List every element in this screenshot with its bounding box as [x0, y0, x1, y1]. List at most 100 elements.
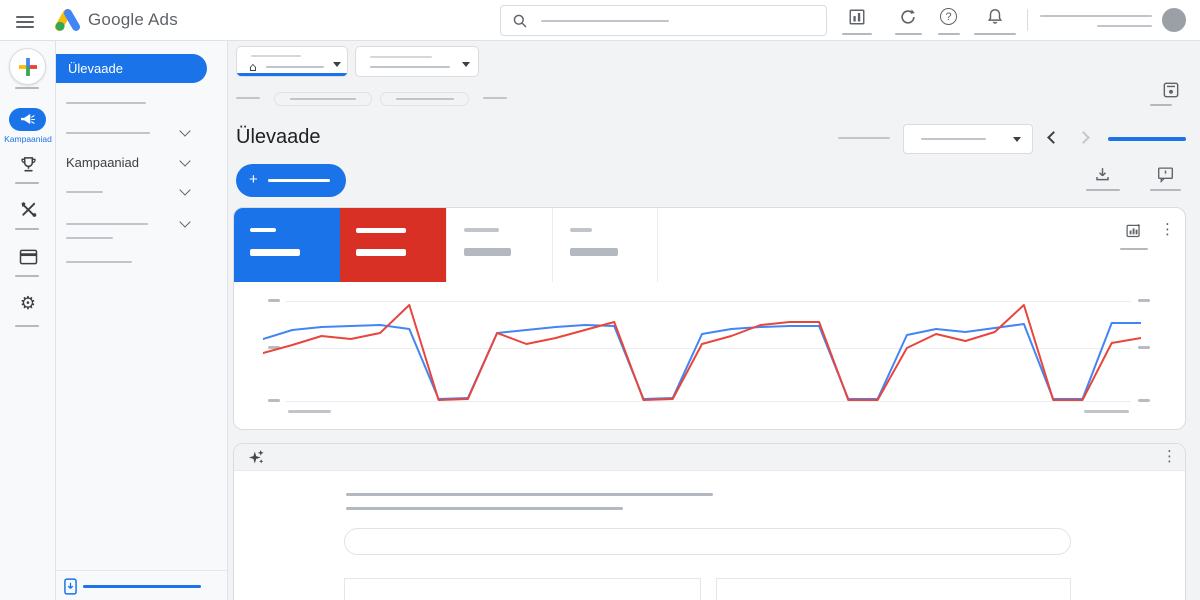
app-download-link[interactable] — [64, 578, 201, 595]
section-menu: Ülevaade Kampaaniad — [56, 41, 228, 600]
insights-search-input[interactable] — [344, 528, 1071, 555]
filter-label-bar — [236, 97, 260, 99]
megaphone-icon — [21, 113, 35, 125]
scope-active-underline — [237, 73, 347, 76]
hamburger-menu-icon — [16, 16, 34, 18]
bell-icon — [987, 9, 1003, 24]
gear-icon: ⚙ — [19, 293, 37, 314]
save-icon — [1163, 82, 1179, 98]
app-download-label-bar — [83, 584, 201, 589]
download-icon — [1096, 168, 1109, 181]
nav-item-bar-1[interactable] — [66, 102, 146, 104]
reports-icon — [849, 9, 865, 25]
filter-chip-2-bar — [396, 98, 454, 100]
caret-down-icon — [333, 62, 341, 67]
metric-4-value-bar — [570, 248, 618, 256]
filter-chip-2[interactable] — [380, 92, 469, 106]
scope-title-bar — [251, 55, 301, 57]
rail-item-campaigns-label: Kampaaniad — [4, 134, 52, 144]
campaign-scope-selector[interactable] — [355, 46, 479, 77]
date-compare-bar — [838, 137, 890, 139]
period-link-bar[interactable] — [1108, 137, 1186, 141]
nav-item-bar-5[interactable] — [66, 261, 132, 263]
nav-subitem-bar[interactable] — [66, 237, 113, 239]
scope2-title-bar — [370, 56, 432, 58]
nav-item-overview-label: Ülevaade — [68, 61, 123, 76]
nav-item-bar-2[interactable] — [66, 132, 150, 134]
account-id-bar — [1097, 25, 1152, 27]
search-icon — [513, 14, 527, 28]
app-header: Google Ads ? — [0, 0, 1200, 41]
chart-type-icon — [1126, 224, 1140, 238]
new-campaign-label-bar — [268, 179, 330, 182]
hamburger-menu-button[interactable] — [16, 13, 34, 31]
date-range-value-bar — [921, 138, 986, 140]
tools-label-bar — [15, 228, 39, 230]
ai-sparkle-icon — [248, 449, 264, 464]
chart-type-button[interactable] — [1125, 222, 1142, 244]
chevron-down-icon[interactable] — [179, 216, 191, 228]
notifications-button[interactable] — [986, 7, 1004, 31]
scope2-value-bar — [370, 66, 450, 68]
create-label-bar — [15, 87, 39, 89]
chevron-down-icon[interactable] — [179, 184, 191, 196]
feedback-button[interactable] — [1157, 166, 1174, 188]
previous-period-button[interactable] — [1047, 131, 1060, 144]
feedback-icon — [1158, 167, 1173, 183]
rail-item-campaigns[interactable] — [9, 108, 46, 131]
filter-extra-bar — [483, 97, 507, 99]
feedback-label-bar — [1150, 189, 1181, 191]
caret-down-icon — [462, 62, 470, 67]
account-name-bar — [1040, 15, 1152, 17]
metric-tab-3[interactable] — [446, 208, 552, 282]
nav-item-overview[interactable]: Ülevaade — [56, 54, 207, 83]
help-button[interactable]: ? — [940, 8, 957, 25]
metric-tab-4[interactable] — [552, 208, 658, 282]
nav-item-bar-3[interactable] — [66, 191, 103, 193]
chart-menu-button[interactable]: ⋮ — [1160, 222, 1175, 237]
rail-item-billing[interactable] — [18, 247, 38, 267]
billing-label-bar — [15, 275, 39, 277]
new-campaign-button[interactable]: + — [236, 164, 346, 197]
scope-value-bar — [266, 66, 324, 68]
home-icon: ⌂ — [249, 60, 257, 74]
insights-panel-1 — [344, 578, 701, 600]
metric-tabs — [234, 208, 658, 282]
reports-label-bar — [842, 33, 872, 35]
metric-2-label-bar — [356, 228, 406, 233]
rail-item-goals[interactable] — [18, 154, 38, 174]
filter-chip-1-bar — [290, 98, 356, 100]
insights-menu-button[interactable]: ⋮ — [1162, 449, 1177, 464]
search-placeholder-bar — [541, 20, 669, 22]
filter-chip-1[interactable] — [274, 92, 372, 106]
save-view-label-bar — [1150, 104, 1172, 106]
metric-tab-1[interactable] — [234, 208, 340, 282]
date-range-selector[interactable] — [903, 124, 1033, 154]
phone-download-icon — [64, 578, 77, 595]
account-scope-selector[interactable]: ⌂ — [236, 46, 348, 77]
refresh-button[interactable] — [899, 8, 917, 31]
avatar[interactable] — [1162, 8, 1186, 32]
rail-item-admin[interactable]: ⚙ — [18, 294, 38, 314]
metric-4-label-bar — [570, 228, 592, 232]
insights-card: ⋮ — [233, 443, 1186, 600]
next-period-button[interactable] — [1077, 131, 1090, 144]
insights-card-header: ⋮ — [234, 444, 1185, 471]
notifications-label-bar — [974, 33, 1016, 35]
nav-item-bar-4[interactable] — [66, 223, 148, 225]
header-divider — [1027, 9, 1028, 31]
brand-text: Google Ads — [88, 10, 178, 29]
metric-tab-2[interactable] — [340, 208, 446, 282]
create-button[interactable] — [9, 48, 46, 85]
reports-button[interactable] — [848, 8, 866, 31]
chevron-down-icon[interactable] — [179, 125, 191, 137]
save-view-button[interactable] — [1163, 82, 1179, 103]
admin-label-bar — [15, 325, 39, 327]
chevron-down-icon[interactable] — [179, 155, 191, 167]
chart-type-label-bar — [1120, 248, 1148, 250]
download-button[interactable] — [1094, 166, 1111, 188]
global-search-input[interactable] — [500, 5, 827, 36]
navigation-rail: Kampaaniad ⚙ — [0, 41, 56, 600]
nav-item-campaigns[interactable]: Kampaaniad — [66, 155, 139, 170]
rail-item-tools[interactable] — [18, 199, 38, 219]
